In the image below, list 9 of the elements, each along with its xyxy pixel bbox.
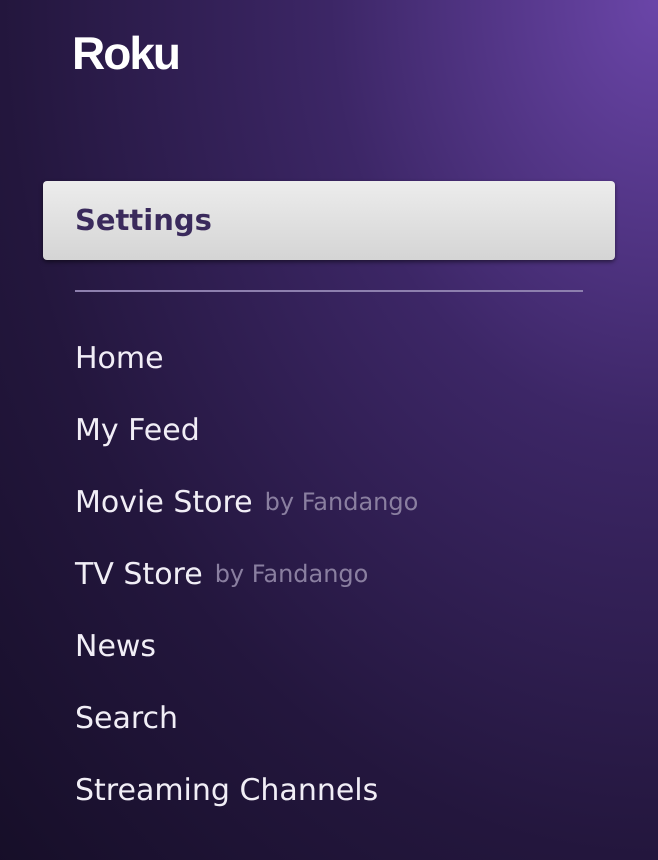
menu-item[interactable]: Settings: [43, 181, 615, 260]
menu-item[interactable]: My Feed: [0, 394, 658, 466]
menu-item[interactable]: TV Store by Fandango: [0, 538, 658, 610]
menu-item[interactable]: Streaming Channels: [0, 754, 658, 826]
menu-item[interactable]: Movie Store by Fandango: [0, 466, 658, 538]
menu-item[interactable]: Search: [0, 682, 658, 754]
roku-logo: Roku: [72, 30, 179, 76]
menu-item[interactable]: News: [0, 610, 658, 682]
menu-item[interactable]: Home: [0, 322, 658, 394]
